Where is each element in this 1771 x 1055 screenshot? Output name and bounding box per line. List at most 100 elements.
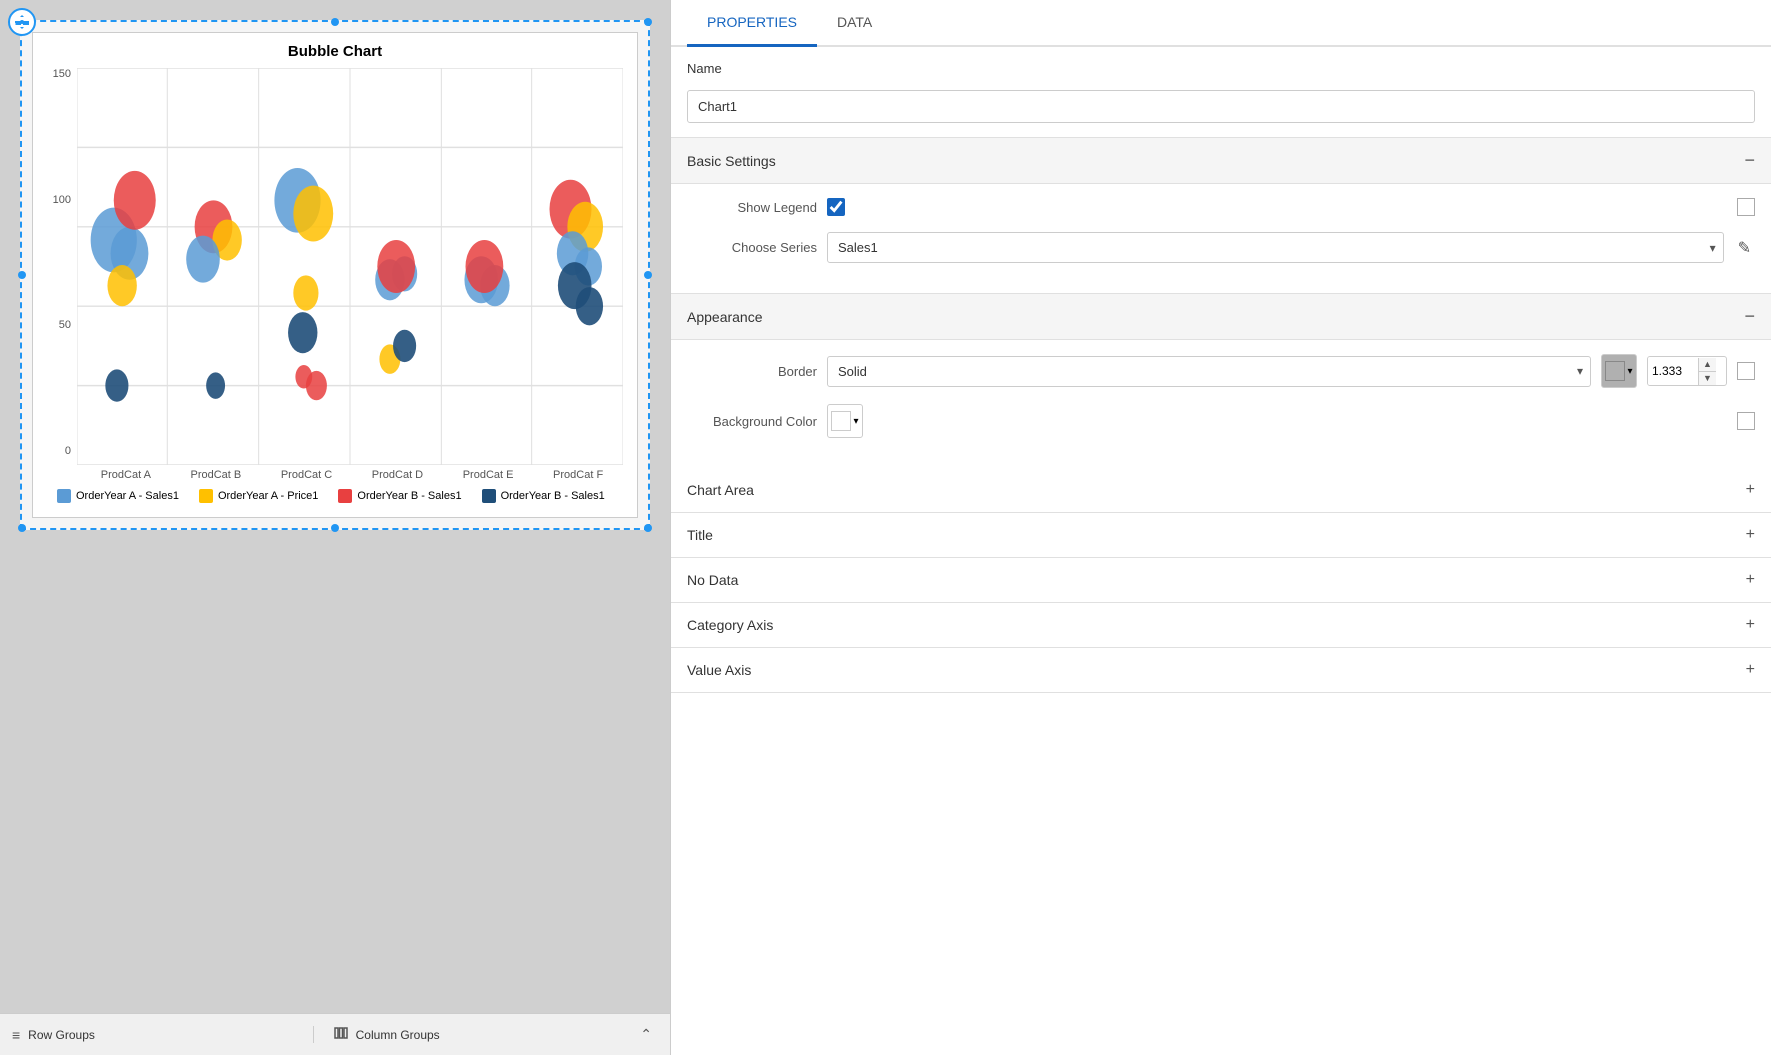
chart-container[interactable]: Bubble Chart 150 100 50 0 [20, 20, 650, 530]
legend-color-1 [199, 489, 213, 503]
value-axis-icon: + [1746, 661, 1755, 679]
border-width-up[interactable]: ▲ [1699, 358, 1716, 372]
bg-color-row: Background Color ▾ [687, 404, 1755, 438]
bg-color-label: Background Color [687, 414, 817, 429]
border-style-select[interactable]: Solid Dashed Dotted [827, 356, 1591, 387]
appearance-header[interactable]: Appearance − [671, 293, 1771, 340]
legend-item-1: OrderYear A - Price1 [199, 489, 318, 503]
show-legend-empty-checkbox[interactable] [1737, 198, 1755, 216]
bg-color-swatch [831, 411, 851, 431]
border-color-button[interactable]: ▾ [1601, 354, 1637, 388]
title-header[interactable]: Title + [671, 513, 1771, 557]
handle-bottom-right[interactable] [644, 524, 652, 532]
legend-item-3: OrderYear B - Sales1 [482, 489, 605, 503]
legend-label-3: OrderYear B - Sales1 [501, 490, 605, 502]
row-groups-icon: ≡ [12, 1027, 20, 1043]
border-color-swatch [1605, 361, 1625, 381]
y-label-100: 100 [53, 194, 71, 206]
basic-settings-toggle[interactable]: − [1744, 150, 1755, 171]
legend-color-2 [338, 489, 352, 503]
chart-area-title: Chart Area [687, 482, 754, 498]
x-label-d: ProdCat D [372, 469, 423, 481]
bg-color-arrow: ▾ [853, 416, 858, 427]
name-field [671, 86, 1771, 137]
chart-inner: Bubble Chart 150 100 50 0 [32, 32, 638, 518]
properties-body: Name Basic Settings − Show Legend Choose… [671, 47, 1771, 1055]
choose-series-select[interactable]: Sales1 [827, 232, 1724, 263]
handle-bottom-left[interactable] [18, 524, 26, 532]
column-groups-section: Column Groups [313, 1026, 635, 1043]
chart-body: 150 100 50 0 [47, 68, 623, 481]
border-color-arrow: ▾ [1627, 366, 1632, 377]
chart-svg [77, 68, 623, 465]
tab-data[interactable]: DATA [817, 0, 892, 47]
plot-svg-container [77, 68, 623, 465]
x-label-e: ProdCat E [463, 469, 514, 481]
category-axis-header[interactable]: Category Axis + [671, 603, 1771, 647]
y-label-150: 150 [53, 68, 71, 80]
chart-canvas-area: Bubble Chart 150 100 50 0 [0, 0, 670, 1013]
legend-item-2: OrderYear B - Sales1 [338, 489, 461, 503]
border-checkbox[interactable] [1737, 362, 1755, 380]
border-row: Border Solid Dashed Dotted ▾ ▾ ▲ [687, 354, 1755, 388]
no-data-icon: + [1746, 571, 1755, 589]
bg-color-button[interactable]: ▾ [827, 404, 863, 438]
column-groups-label: Column Groups [356, 1028, 440, 1042]
handle-bottom-center[interactable] [331, 524, 339, 532]
title-title: Title [687, 527, 713, 543]
no-data-title: No Data [687, 572, 738, 588]
border-style-wrapper: Solid Dashed Dotted ▾ [827, 356, 1591, 387]
show-legend-row: Show Legend [687, 198, 1755, 216]
y-label-50: 50 [59, 319, 71, 331]
basic-settings-title: Basic Settings [687, 153, 776, 169]
handle-top-center[interactable] [331, 18, 339, 26]
border-width-group: ▲ ▼ [1647, 356, 1727, 386]
legend-label-1: OrderYear A - Price1 [218, 490, 318, 502]
chart-area-icon: + [1746, 481, 1755, 499]
legend-item-0: OrderYear A - Sales1 [57, 489, 179, 503]
handle-right-center[interactable] [644, 271, 652, 279]
x-axis: ProdCat A ProdCat B ProdCat C ProdCat D … [77, 465, 623, 481]
name-section-label: Name [671, 47, 1771, 86]
collapse-button[interactable]: ⌃ [634, 1024, 658, 1045]
column-groups-icon [334, 1026, 348, 1043]
legend-color-3 [482, 489, 496, 503]
right-panel: PROPERTIES DATA Name Basic Settings − Sh… [670, 0, 1771, 1055]
handle-left-center[interactable] [18, 271, 26, 279]
y-axis: 150 100 50 0 [47, 68, 77, 481]
chart-title: Bubble Chart [47, 43, 623, 60]
chart-area-section: Chart Area + [671, 468, 1771, 513]
chart-area-header[interactable]: Chart Area + [671, 468, 1771, 512]
border-width-input[interactable] [1648, 357, 1698, 385]
x-label-f: ProdCat F [553, 469, 603, 481]
row-groups-label: Row Groups [28, 1028, 95, 1042]
value-axis-title: Value Axis [687, 662, 751, 678]
appearance-title: Appearance [687, 309, 763, 325]
category-axis-icon: + [1746, 616, 1755, 634]
value-axis-section: Value Axis + [671, 648, 1771, 693]
tab-properties[interactable]: PROPERTIES [687, 0, 817, 47]
show-legend-checkbox[interactable] [827, 198, 845, 216]
handle-top-right[interactable] [644, 18, 652, 26]
appearance-toggle[interactable]: − [1744, 306, 1755, 327]
bottom-bar: ≡ Row Groups Column Groups ⌃ [0, 1013, 670, 1055]
left-panel: Bubble Chart 150 100 50 0 [0, 0, 670, 1055]
x-label-c: ProdCat C [281, 469, 332, 481]
name-input[interactable] [687, 90, 1755, 123]
x-label-b: ProdCat B [191, 469, 242, 481]
no-data-header[interactable]: No Data + [671, 558, 1771, 602]
title-section: Title + [671, 513, 1771, 558]
appearance-content: Border Solid Dashed Dotted ▾ ▾ ▲ [671, 340, 1771, 468]
border-width-down[interactable]: ▼ [1699, 372, 1716, 385]
basic-settings-header[interactable]: Basic Settings − [671, 137, 1771, 184]
category-axis-section: Category Axis + [671, 603, 1771, 648]
bg-color-checkbox[interactable] [1737, 412, 1755, 430]
y-label-0: 0 [65, 445, 71, 457]
chart-move-handle[interactable] [8, 8, 36, 36]
show-legend-label: Show Legend [687, 200, 817, 215]
choose-series-label: Choose Series [687, 240, 817, 255]
border-label: Border [687, 364, 817, 379]
value-axis-header[interactable]: Value Axis + [671, 648, 1771, 692]
border-width-spinners: ▲ ▼ [1698, 358, 1716, 385]
edit-series-button[interactable]: ✎ [1734, 234, 1755, 262]
